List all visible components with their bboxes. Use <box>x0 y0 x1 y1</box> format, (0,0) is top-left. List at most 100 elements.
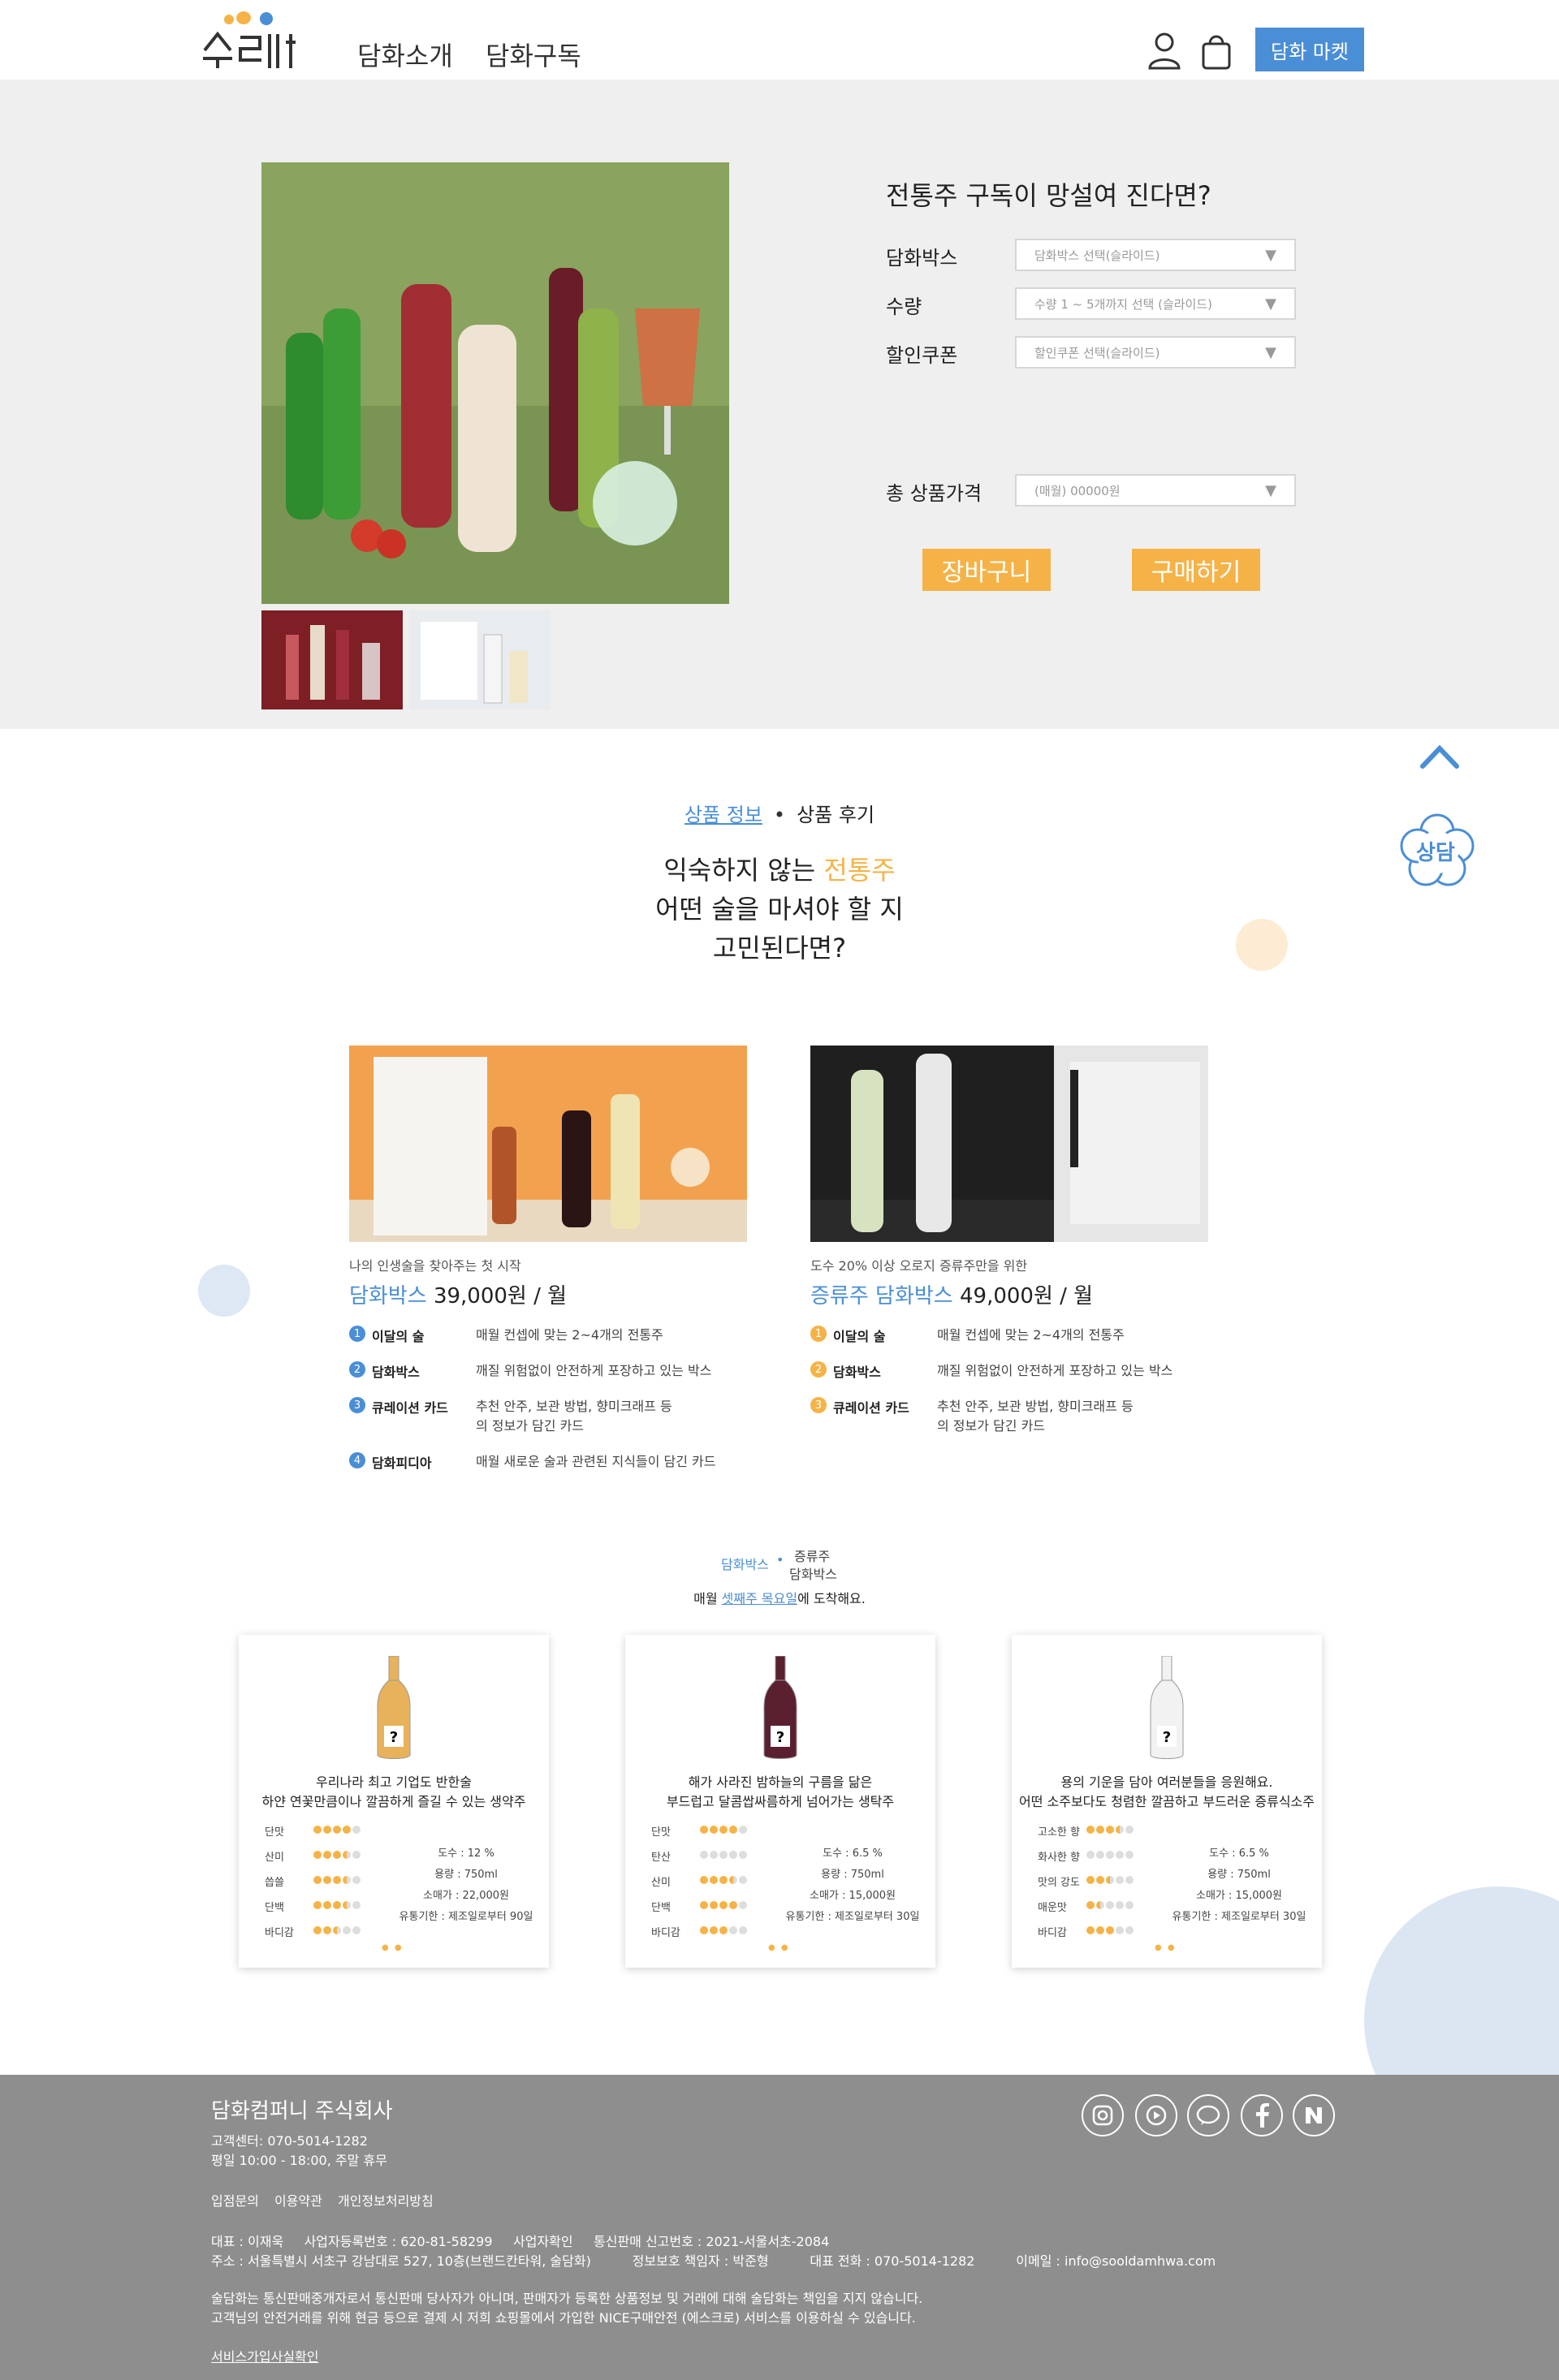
user-icon[interactable] <box>1147 31 1182 70</box>
cart-button[interactable]: 장바구니 <box>922 549 1051 591</box>
rating-dot <box>1106 1926 1114 1934</box>
naver-icon[interactable] <box>1293 2094 1335 2136</box>
bottle-spec: 용량 : 750ml <box>434 1869 498 1881</box>
kakaotalk-icon[interactable] <box>1187 2094 1229 2136</box>
rating-dot <box>1086 1926 1095 1934</box>
feature-item: 2 담화박스 깨질 위험없이 안전하게 포장하고 있는 박스 <box>810 1360 1208 1395</box>
bottle-spec: 용량 : 750ml <box>1207 1869 1271 1881</box>
rating-label: 매운맛 <box>1038 1902 1067 1914</box>
rating-dot <box>323 1826 331 1834</box>
box-spirits-price: 49,000원 / 월 <box>952 1284 1094 1309</box>
rating-dot <box>739 1826 747 1834</box>
card-pager-dots[interactable]: ● ● <box>1155 1943 1177 1952</box>
rating-row: 바디감 <box>265 1924 361 1939</box>
market-button[interactable]: 담화 마켓 <box>1255 28 1364 71</box>
scroll-top-icon[interactable] <box>1418 740 1462 773</box>
rating-dot <box>1116 1826 1124 1834</box>
footer-cs-phone: 고객센터: 070-5014-1282 <box>211 2133 368 2149</box>
feature-name: 큐레이션 카드 <box>372 1400 448 1416</box>
feature-number: 3 <box>349 1397 365 1413</box>
nav-subscribe[interactable]: 담화구독 <box>486 36 581 73</box>
feature-desc: 깨질 위험없이 안전하게 포장하고 있는 박스 <box>476 1363 712 1378</box>
footer-link-terms[interactable]: 이용약관 <box>274 2193 322 2209</box>
facebook-icon[interactable] <box>1241 2094 1283 2136</box>
box-standard-photo <box>349 1046 747 1242</box>
youtube-icon[interactable] <box>1135 2094 1177 2136</box>
shopping-bag-icon[interactable] <box>1198 31 1234 70</box>
bottle-desc-line1: 용의 기운을 담아 여러분들을 응원해요. <box>1060 1774 1273 1790</box>
feature-item: 1 이달의 술 매월 컨셉에 맞는 2~4개의 전통주 <box>349 1324 747 1360</box>
product-thumbnail-2[interactable] <box>409 610 551 709</box>
rating-dots <box>700 1900 749 1912</box>
rating-dot <box>1096 1876 1104 1884</box>
rating-dot <box>1125 1826 1134 1834</box>
box-standard-name: 담화박스 <box>349 1284 427 1309</box>
rating-label: 씁쓸 <box>265 1877 284 1889</box>
rating-dot <box>343 1851 351 1859</box>
buy-button[interactable]: 구매하기 <box>1132 549 1260 591</box>
feature-name: 이달의 술 <box>833 1329 886 1344</box>
rating-dot <box>1125 1851 1134 1859</box>
rating-dot <box>710 1876 718 1884</box>
rating-dot <box>710 1901 718 1909</box>
bottle-card[interactable]: ? 해가 사라진 밤하늘의 구름을 닮은 부드럽고 달콤쌉싸름하게 넘어가는 생탁주… <box>625 1635 935 1968</box>
bottle-card[interactable]: ? 우리나라 최고 기업도 반한술 하얀 연꽃만큼이나 깔끔하게 즐길 수 있는 생… <box>239 1635 549 1968</box>
box-spirits-photo <box>810 1046 1208 1242</box>
feature-desc: 깨질 위험없이 안전하게 포장하고 있는 박스 <box>937 1363 1173 1378</box>
selector-spirits-line2[interactable]: 담화박스 <box>789 1563 837 1583</box>
feature-item: 4 담화피디아 매월 새로운 술과 관련된 지식들이 담긴 카드 <box>349 1451 747 1486</box>
rating-row: 바디감 <box>651 1924 747 1939</box>
footer-link-partner[interactable]: 입점문의 <box>211 2193 259 2209</box>
rating-dot <box>719 1926 728 1934</box>
rating-dots <box>313 1900 362 1912</box>
instagram-icon[interactable] <box>1082 2094 1124 2136</box>
bottle-spec: 유통기한 : 제조일로부터 30일 <box>785 1911 920 1923</box>
rating-dot <box>1116 1851 1124 1859</box>
rating-dot <box>739 1851 747 1859</box>
feature-name: 큐레이션 카드 <box>833 1400 909 1416</box>
rating-dot <box>1116 1876 1124 1884</box>
rating-row: 고소한 향 <box>1038 1823 1134 1839</box>
box-spirits-subtitle: 도수 20% 이상 오로지 증류주만을 위한 <box>810 1258 1028 1274</box>
coupon-select[interactable]: 할인쿠폰 선택(슬라이드) ▼ <box>1015 336 1296 369</box>
product-main-photo <box>261 162 729 604</box>
decor-circle-blue <box>198 1265 250 1317</box>
rating-label: 산미 <box>651 1877 671 1889</box>
caret-down-icon: ▼ <box>1265 343 1276 361</box>
bottle-card[interactable]: ? 용의 기운을 담아 여러분들을 응원해요. 어떤 소주보다도 청렴한 깔끔하고 … <box>1012 1635 1322 1968</box>
card-pager-dots[interactable]: ● ● <box>382 1943 404 1952</box>
footer-service-link[interactable]: 서비스가입사실확인 <box>211 2346 318 2365</box>
rating-label: 고소한 향 <box>1038 1826 1080 1839</box>
rating-dot <box>1106 1901 1114 1909</box>
bottle-description: 해가 사라진 밤하늘의 구름을 닮은 부드럽고 달콤쌉싸름하게 넘어가는 생탁주 <box>625 1773 935 1812</box>
box-standard-features: 1 이달의 술 매월 컨셉에 맞는 2~4개의 전통주 2 담화박스 깨질 위험없이 안… <box>349 1324 747 1486</box>
footer-link-privacy[interactable]: 개인정보처리방침 <box>338 2193 434 2209</box>
rating-label: 탄산 <box>651 1852 671 1864</box>
selector-spirits-line1[interactable]: 증류주 <box>794 1546 830 1565</box>
rating-dot <box>700 1876 708 1884</box>
bottle-description: 용의 기운을 담아 여러분들을 응원해요. 어떤 소주보다도 청렴한 깔끔하고 부… <box>1012 1773 1322 1812</box>
headline-line2: 어떤 술을 마셔야 할 지 <box>655 894 904 925</box>
rating-dot <box>343 1876 351 1884</box>
selector-damhwa-box[interactable]: 담화박스 <box>721 1554 769 1573</box>
nav-about[interactable]: 담화소개 <box>357 36 453 73</box>
rating-dots <box>1086 1900 1135 1912</box>
footer-notice-1: 술담화는 통신판매중개자로서 통신판매 당사자가 아니며, 판매자가 등록한 상… <box>211 2291 923 2306</box>
rating-dot <box>352 1926 361 1934</box>
card-pager-dots[interactable]: ● ● <box>768 1943 790 1952</box>
box-select[interactable]: 담화박스 선택(슬라이드) ▼ <box>1015 239 1296 271</box>
tab-product-info[interactable]: 상품 정보 <box>684 804 762 826</box>
product-thumbnail-1[interactable] <box>261 610 403 709</box>
rating-row: 매운맛 <box>1038 1899 1134 1914</box>
product-section <box>0 80 1559 729</box>
rating-dots <box>700 1825 749 1837</box>
tab-product-review[interactable]: 상품 후기 <box>797 804 875 826</box>
rating-dots <box>313 1850 362 1862</box>
rating-dots <box>313 1875 362 1887</box>
quantity-select[interactable]: 수량 1 ~ 5개까지 선택 (슬라이드) ▼ <box>1015 287 1296 320</box>
brand-logo[interactable] <box>200 10 300 70</box>
footer-notice-2: 고객님의 안전거래를 위해 현금 등으로 결제 시 저희 쇼핑몰에서 가입한 N… <box>211 2310 916 2326</box>
rating-row: 맛의 강도 <box>1038 1873 1134 1889</box>
arrival-post: 에 도착해요. <box>797 1591 866 1606</box>
rating-dot <box>333 1926 341 1934</box>
